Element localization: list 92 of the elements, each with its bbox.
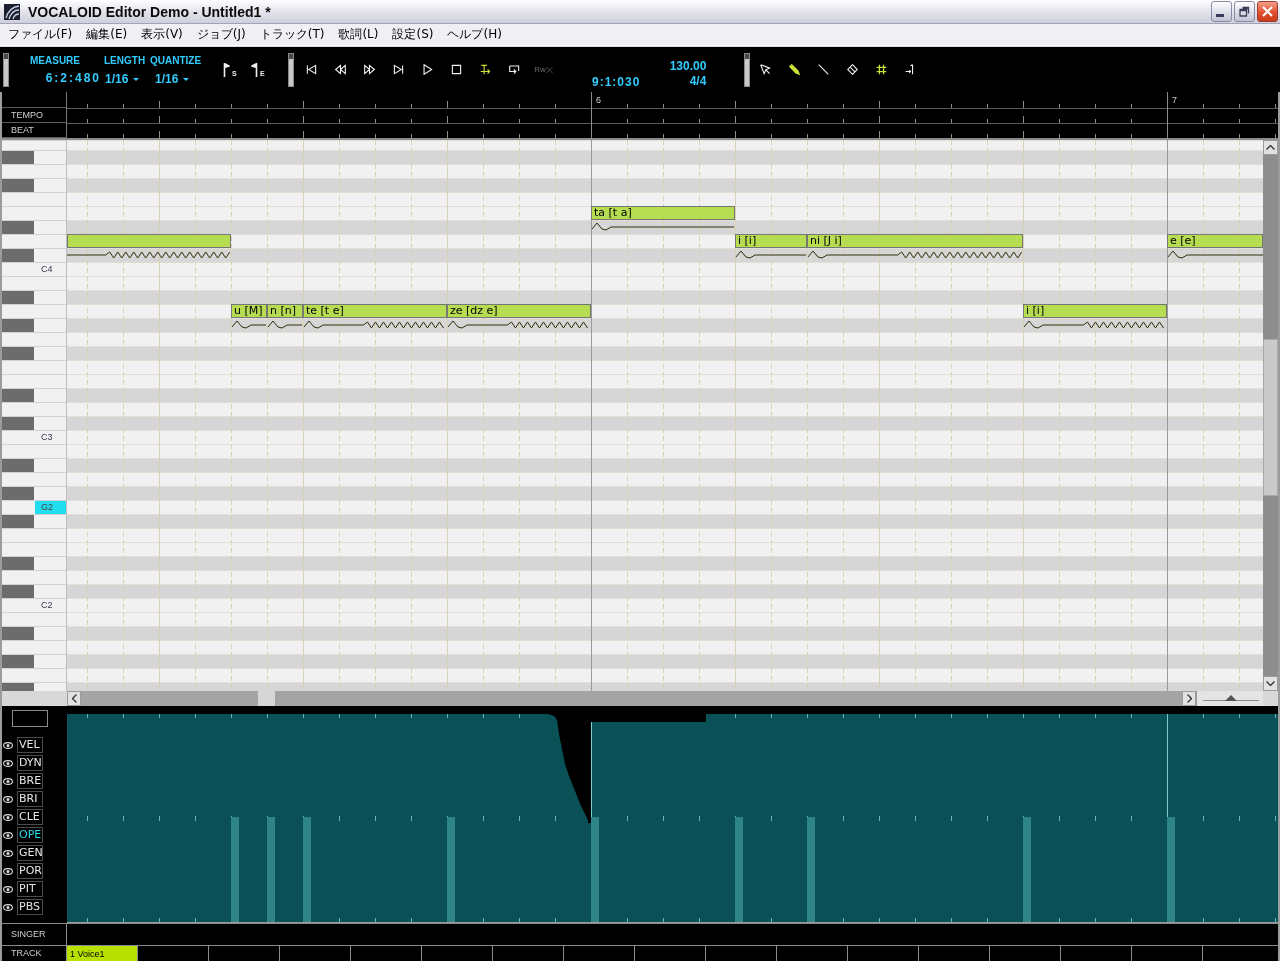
note-block[interactable]: i [i] [1023, 304, 1167, 318]
grip-handle[interactable] [288, 52, 294, 87]
chevron-left-icon [71, 694, 77, 703]
eye-icon[interactable] [3, 903, 13, 911]
close-button[interactable] [1257, 1, 1278, 22]
control-tab[interactable]: PBS [17, 899, 43, 915]
quantize-label: QUANTIZE [150, 54, 203, 67]
tempo-value: 130.00 [669, 59, 707, 74]
key-label: C2 [41, 600, 53, 611]
control-tab[interactable]: POR [17, 863, 43, 879]
caret-icon [183, 77, 190, 81]
menu-item[interactable]: 歌詞(L) [332, 25, 385, 44]
control-tab[interactable]: GEN [17, 845, 43, 861]
menu-item[interactable]: ジョブ(J) [190, 25, 252, 44]
chevron-down-icon [1266, 681, 1275, 686]
horizontal-scrollbar[interactable] [81, 691, 1182, 706]
flag-icon [223, 62, 230, 77]
time-signature: 4/4 [689, 74, 707, 89]
control-tab[interactable]: CLE [17, 809, 43, 825]
length-label: LENGTH [104, 54, 147, 67]
menu-item[interactable]: 編集(E) [80, 25, 134, 44]
eye-icon[interactable] [3, 885, 13, 893]
app-icon [4, 3, 20, 20]
control-tab[interactable]: BRI [17, 791, 43, 807]
chevron-right-icon [1186, 694, 1192, 703]
eye-icon[interactable] [3, 795, 13, 803]
menu-item[interactable]: トラック(T) [253, 25, 331, 44]
measure-label: MEASURE [30, 54, 81, 67]
position-readout: 9:1:030 [592, 74, 641, 90]
control-tab[interactable]: PIT [17, 881, 43, 897]
grip-handle[interactable] [744, 52, 751, 87]
menu-item[interactable]: ファイル(F) [2, 25, 79, 44]
scroll-left-button[interactable] [67, 691, 81, 706]
eye-icon[interactable] [3, 777, 13, 785]
eye-icon[interactable] [3, 741, 13, 749]
track-label: TRACK [11, 948, 42, 959]
measure-number: 7 [1172, 95, 1177, 105]
minimize-button[interactable] [1211, 1, 1232, 22]
window-title: VOCALOID Editor Demo - Untitled1 * [28, 3, 271, 20]
menu-item[interactable]: 設定(S) [386, 25, 440, 44]
length-dropdown[interactable]: 1/16 [105, 70, 140, 88]
minimize-icon [1215, 14, 1224, 17]
scrollbar-thumb[interactable] [1263, 339, 1278, 496]
key-label: C4 [41, 264, 53, 275]
note-block[interactable]: u [M] [231, 304, 267, 318]
control-tab[interactable]: VEL [17, 737, 43, 753]
slider-thumb[interactable] [1225, 695, 1237, 701]
corner-panel [2, 691, 67, 706]
note-block[interactable]: te [t e] [303, 304, 447, 318]
ruler-label: TEMPO [11, 109, 43, 121]
control-tab[interactable]: BRE [17, 773, 43, 789]
singer-label: SINGER [11, 929, 46, 940]
note-block[interactable] [67, 234, 231, 248]
eye-icon[interactable] [3, 813, 13, 821]
zoom-slider[interactable] [1196, 691, 1263, 706]
value-readout [12, 710, 48, 727]
menu-item[interactable]: ヘルプ(H) [441, 25, 508, 44]
vertical-scrollbar[interactable] [1263, 140, 1278, 691]
control-tab[interactable]: DYN [17, 755, 43, 771]
eye-icon[interactable] [3, 759, 13, 767]
note-block[interactable]: e [e] [1167, 234, 1263, 248]
grip-handle[interactable] [3, 52, 9, 87]
timeline-ruler[interactable]: 6 7 [67, 92, 1278, 140]
restore-icon [1239, 6, 1250, 17]
scrollbar-thumb[interactable] [258, 691, 275, 706]
corner-panel [1263, 691, 1278, 706]
key-label: G2 [35, 501, 66, 514]
eye-icon[interactable] [3, 831, 13, 839]
ruler-label: BEAT [11, 124, 34, 136]
eye-icon[interactable] [3, 849, 13, 857]
singer-lane[interactable] [67, 923, 1278, 945]
control-tab[interactable]: OPE [17, 827, 43, 843]
scroll-up-button[interactable] [1263, 140, 1278, 155]
quantize-dropdown[interactable]: 1/16 [155, 70, 190, 88]
track-tab[interactable]: 1 Voice1 [67, 946, 138, 961]
measure-value: 6:2:480 [45, 70, 101, 87]
note-block[interactable]: ni [J i] [807, 234, 1023, 248]
flag-icon [251, 62, 258, 77]
scroll-down-button[interactable] [1263, 676, 1278, 691]
measure-number: 6 [596, 95, 601, 105]
menu-item[interactable]: 表示(V) [135, 25, 189, 44]
key-label: C3 [41, 432, 53, 443]
restore-button[interactable] [1234, 1, 1255, 22]
eye-icon[interactable] [3, 867, 13, 875]
note-block[interactable]: n [n] [267, 304, 303, 318]
note-block[interactable]: ta [t a] [591, 206, 735, 220]
note-block[interactable]: ze [dz e] [447, 304, 591, 318]
scroll-right-button[interactable] [1182, 691, 1196, 706]
caret-icon [133, 77, 140, 81]
note-block[interactable]: i [i] [735, 234, 807, 248]
chevron-up-icon [1266, 145, 1275, 150]
close-icon [1262, 6, 1273, 17]
